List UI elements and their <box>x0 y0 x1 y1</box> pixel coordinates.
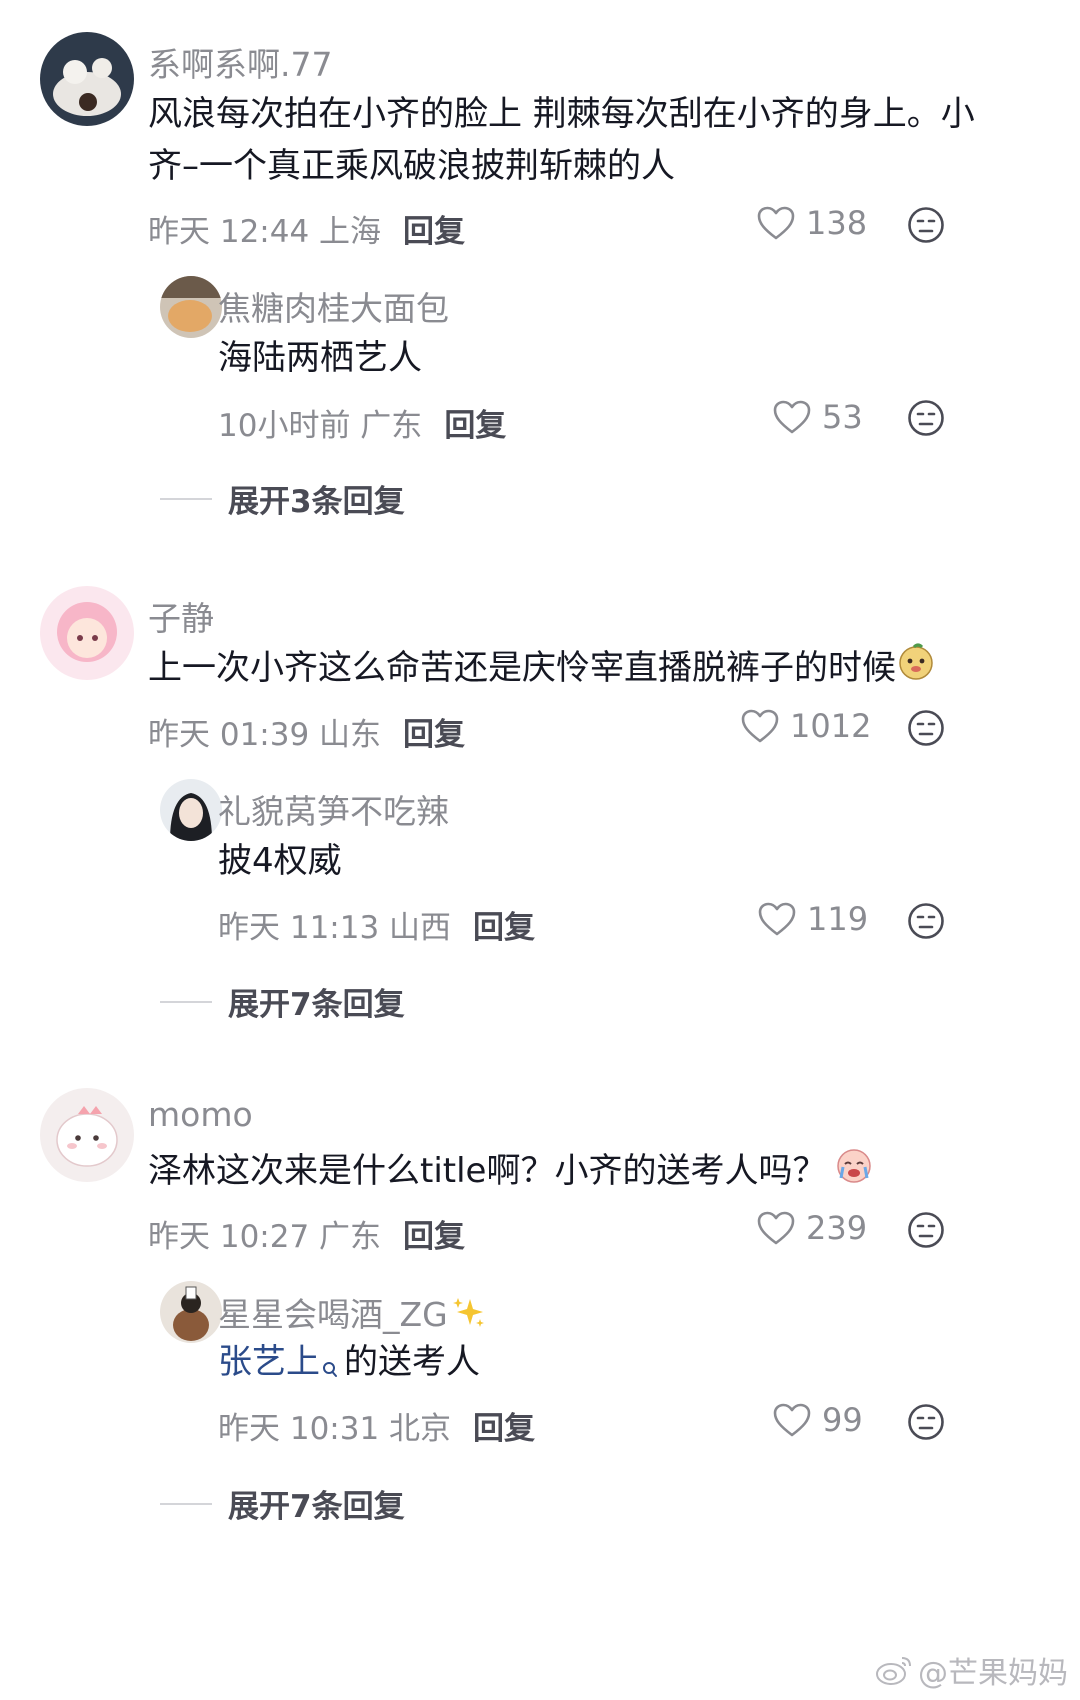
expand-replies-button[interactable]: 展开7条回复 <box>160 1481 405 1526</box>
comment-meta: 10小时前 广东 回复 <box>218 400 506 445</box>
timestamp-location: 昨天 01:39 山东 <box>148 717 382 753</box>
avatar[interactable] <box>160 276 222 338</box>
divider-line <box>160 497 212 500</box>
heart-icon <box>772 1402 812 1438</box>
emoji-icon <box>834 1144 874 1201</box>
like-count: 119 <box>807 900 869 938</box>
like-button[interactable]: 119 <box>757 900 868 938</box>
avatar[interactable] <box>40 586 134 680</box>
timestamp-location: 昨天 11:13 山西 <box>218 910 452 946</box>
sparkles-icon <box>450 1295 486 1339</box>
username[interactable]: 子静 <box>148 592 214 640</box>
expand-replies-label: 展开7条回复 <box>228 1489 405 1525</box>
divider-line <box>160 1502 212 1505</box>
avatar[interactable] <box>160 779 222 841</box>
comment-text: 风浪每次拍在小齐的脸上 荆棘每次刮在小齐的身上。小 <box>148 94 975 134</box>
weibo-watermark: @芒果妈妈 <box>874 1648 1068 1692</box>
weibo-logo-icon <box>876 1657 911 1685</box>
heart-icon <box>757 901 797 937</box>
dislike-icon[interactable] <box>906 901 946 941</box>
comment-meta: 昨天 10:31 北京 回复 <box>218 1403 535 1448</box>
like-button[interactable]: 239 <box>756 1209 867 1247</box>
comment-body: 泽林这次来是什么title啊？小齐的送考人吗？ <box>148 1151 827 1191</box>
like-button[interactable]: 99 <box>772 1401 863 1439</box>
watermark-text: @芒果妈妈 <box>918 1656 1068 1691</box>
avatar[interactable] <box>160 1281 222 1343</box>
like-count: 99 <box>822 1401 863 1439</box>
like-button[interactable]: 138 <box>756 204 867 242</box>
comment-meta: 昨天 12:44 上海 回复 <box>148 206 465 251</box>
heart-icon <box>740 708 780 744</box>
reply-button[interactable]: 回复 <box>473 1411 535 1447</box>
timestamp-location: 昨天 10:27 广东 <box>148 1219 382 1255</box>
username[interactable]: 礼貌莴笋不吃辣 <box>218 785 449 833</box>
dislike-icon[interactable] <box>906 398 946 438</box>
comment-meta: 昨天 01:39 山东 回复 <box>148 709 465 754</box>
expand-replies-label: 展开7条回复 <box>228 987 405 1023</box>
mention-link[interactable]: 张艺上 <box>218 1342 320 1382</box>
like-count: 1012 <box>790 707 872 745</box>
dislike-icon[interactable] <box>906 708 946 748</box>
username[interactable]: momo <box>148 1095 253 1134</box>
heart-icon <box>756 1210 796 1246</box>
reply-button[interactable]: 回复 <box>473 910 535 946</box>
reply-button[interactable]: 回复 <box>403 1219 465 1255</box>
reply-text: 披4权威 <box>218 841 342 881</box>
comment-body: 上一次小齐这么命苦还是庆怜宰直播脱裤子的时候 <box>148 648 896 688</box>
avatar[interactable] <box>40 32 134 126</box>
like-button[interactable]: 1012 <box>740 707 871 745</box>
comment-meta: 昨天 11:13 山西 回复 <box>218 902 535 947</box>
expand-replies-button[interactable]: 展开3条回复 <box>160 476 405 521</box>
like-button[interactable]: 53 <box>772 398 863 436</box>
reply-button[interactable]: 回复 <box>403 717 465 753</box>
reply-text: 张艺上 的送考人 <box>218 1334 480 1396</box>
username-text: 星星会喝酒_ZG <box>218 1295 448 1334</box>
comment-text: 齐–一个真正乘风破浪披荆斩棘的人 <box>148 146 675 186</box>
like-count: 239 <box>806 1209 868 1247</box>
comment-text: 泽林这次来是什么title啊？小齐的送考人吗？ <box>148 1143 874 1201</box>
timestamp-location: 10小时前 广东 <box>218 408 423 444</box>
heart-icon <box>772 399 812 435</box>
dislike-icon[interactable] <box>906 205 946 245</box>
reply-body: 的送考人 <box>344 1342 480 1382</box>
search-icon[interactable] <box>322 1340 338 1396</box>
reply-text: 海陆两栖艺人 <box>218 338 422 378</box>
expand-replies-button[interactable]: 展开7条回复 <box>160 979 405 1024</box>
avatar[interactable] <box>40 1088 134 1182</box>
reply-button[interactable]: 回复 <box>403 214 465 250</box>
timestamp-location: 昨天 12:44 上海 <box>148 214 382 250</box>
reply-button[interactable]: 回复 <box>444 408 506 444</box>
username[interactable]: 系啊系啊.77 <box>148 38 332 86</box>
divider-line <box>160 1000 212 1003</box>
dislike-icon[interactable] <box>906 1402 946 1442</box>
emoji-icon <box>896 641 936 698</box>
like-count: 53 <box>822 398 863 436</box>
comment-meta: 昨天 10:27 广东 回复 <box>148 1211 465 1256</box>
expand-replies-label: 展开3条回复 <box>228 484 405 520</box>
timestamp-location: 昨天 10:31 北京 <box>218 1411 452 1447</box>
username[interactable]: 焦糖肉桂大面包 <box>218 282 449 330</box>
heart-icon <box>756 205 796 241</box>
dislike-icon[interactable] <box>906 1210 946 1250</box>
like-count: 138 <box>806 204 868 242</box>
comment-text: 上一次小齐这么命苦还是庆怜宰直播脱裤子的时候 <box>148 640 936 698</box>
username[interactable]: 星星会喝酒_ZG <box>218 1288 486 1339</box>
